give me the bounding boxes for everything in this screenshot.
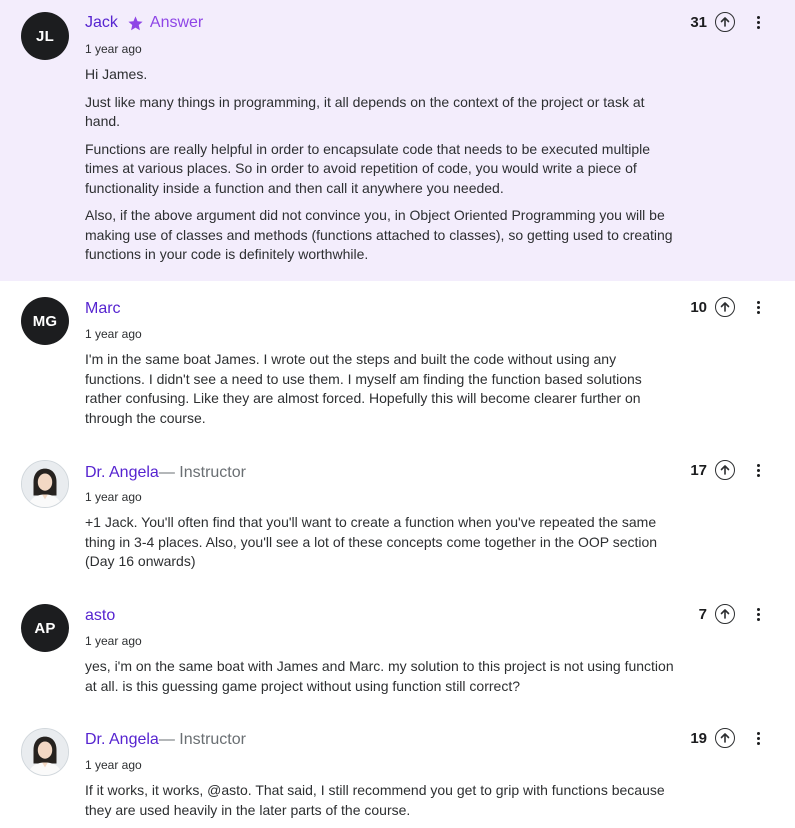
answer-badge: Answer	[127, 13, 203, 33]
arrow-up-icon	[720, 302, 730, 312]
instructor-photo	[22, 729, 68, 775]
reply-instructor: Dr. Angela — Instructor 1 year ago If it…	[0, 715, 795, 820]
timestamp: 1 year ago	[85, 758, 142, 772]
upvote-button[interactable]	[715, 604, 735, 624]
author-name[interactable]: Marc	[85, 299, 121, 319]
author-name[interactable]: Dr. Angela	[85, 730, 159, 750]
author-line: asto	[85, 606, 115, 626]
star-icon	[128, 15, 143, 30]
author-name[interactable]: Dr. Angela	[85, 463, 159, 483]
author-line: Marc	[85, 299, 121, 319]
vote-area: 10	[690, 297, 735, 317]
author-name[interactable]: Jack	[85, 13, 118, 33]
paragraph: Hi James.	[85, 66, 148, 82]
paragraph: I'm in the same boat James. I wrote out …	[85, 351, 642, 426]
reply-body: yes, i'm on the same boat with James and…	[85, 657, 677, 704]
author-line: Jack Answer	[85, 13, 203, 33]
more-vertical-icon[interactable]	[753, 464, 763, 477]
author-name[interactable]: asto	[85, 606, 115, 626]
avatar[interactable]: AP	[21, 604, 69, 652]
reply-body: If it works, it works, @asto. That said,…	[85, 781, 677, 828]
vote-area: 19	[690, 728, 735, 748]
reply-instructor: Dr. Angela — Instructor 1 year ago +1 Ja…	[0, 441, 795, 591]
timestamp: 1 year ago	[85, 327, 142, 341]
more-vertical-icon[interactable]	[753, 301, 763, 314]
paragraph: yes, i'm on the same boat with James and…	[85, 658, 674, 694]
arrow-up-icon	[720, 609, 730, 619]
vote-count: 17	[690, 461, 707, 479]
upvote-button[interactable]	[715, 728, 735, 748]
answer-label: Answer	[149, 14, 204, 31]
author-role: — Instructor	[158, 731, 246, 748]
avatar[interactable]	[21, 728, 69, 776]
vote-count: 7	[698, 605, 707, 623]
arrow-up-icon	[720, 17, 730, 27]
vote-area: 7	[699, 604, 735, 624]
vote-area: 17	[690, 460, 735, 480]
paragraph: Just like many things in programming, it…	[85, 93, 645, 130]
paragraph: +1 Jack. You'll often find that you'll w…	[85, 514, 658, 569]
upvote-button[interactable]	[715, 460, 735, 480]
arrow-up-icon	[720, 465, 730, 475]
paragraph: Also, if the above argument did not conv…	[85, 207, 673, 262]
vote-count: 19	[690, 729, 707, 747]
instructor-photo	[22, 461, 68, 507]
timestamp: 1 year ago	[85, 634, 142, 648]
timestamp: 1 year ago	[85, 42, 142, 56]
reply-marc: MG Marc 1 year ago I'm in the same boat …	[0, 281, 795, 441]
vote-count: 10	[690, 298, 707, 316]
author-role: — Instructor	[158, 464, 246, 481]
reply-body: +1 Jack. You'll often find that you'll w…	[85, 513, 677, 580]
paragraph: Functions are really helpful in order to…	[85, 140, 651, 196]
more-vertical-icon[interactable]	[753, 16, 763, 29]
upvote-button[interactable]	[715, 12, 735, 32]
upvote-button[interactable]	[715, 297, 735, 317]
reply-body: I'm in the same boat James. I wrote out …	[85, 350, 677, 436]
paragraph: If it works, it works, @asto. That said,…	[85, 782, 665, 818]
author-line: Dr. Angela — Instructor	[85, 463, 246, 483]
arrow-up-icon	[720, 733, 730, 743]
reply-body: Hi James. Just like many things in progr…	[85, 65, 677, 273]
more-vertical-icon[interactable]	[753, 732, 763, 745]
more-vertical-icon[interactable]	[753, 608, 763, 621]
vote-area: 31	[690, 12, 735, 32]
vote-count: 31	[690, 13, 707, 31]
timestamp: 1 year ago	[85, 490, 142, 504]
reply-asto: AP asto 1 year ago yes, i'm on the same …	[0, 591, 795, 715]
author-line: Dr. Angela — Instructor	[85, 730, 246, 750]
avatar[interactable]: JL	[21, 12, 69, 60]
reply-jack: JL Jack Answer 1 year ago Hi James. Just…	[0, 0, 795, 281]
avatar[interactable]: MG	[21, 297, 69, 345]
avatar[interactable]	[21, 460, 69, 508]
